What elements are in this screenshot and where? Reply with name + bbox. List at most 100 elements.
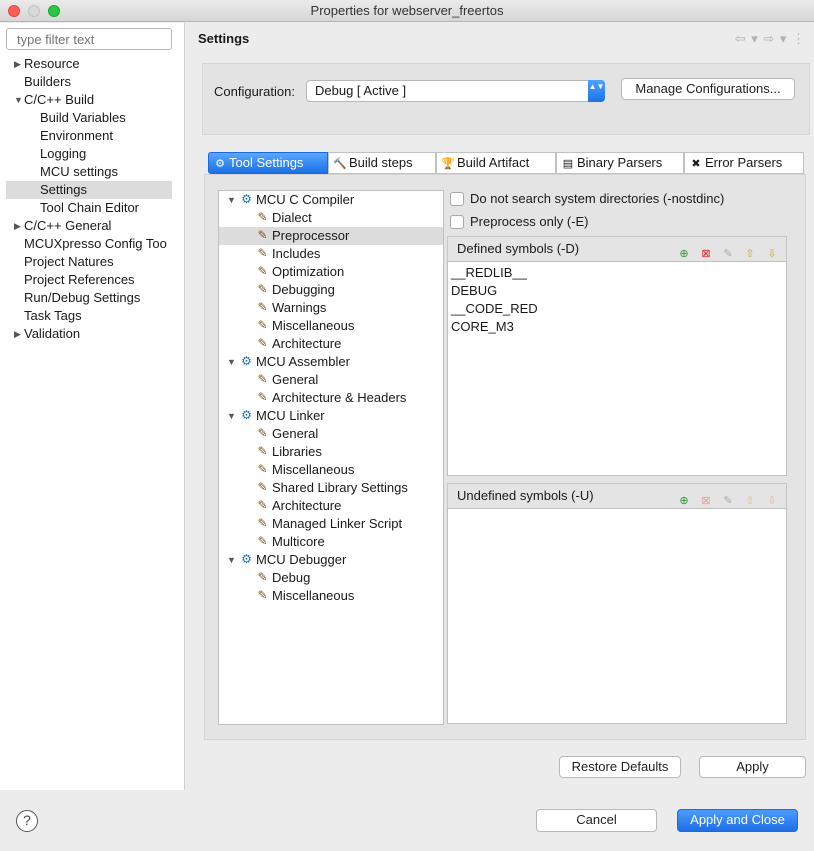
tool-gear-icon: ⚙ — [241, 408, 252, 422]
defined-symbols-list[interactable]: __REDLIB__ DEBUG __CODE_RED CORE_M3 — [447, 261, 787, 476]
sidebar-item[interactable]: MCU settings — [0, 163, 185, 181]
tool-tree-label: Debugging — [272, 282, 335, 297]
tool-tree-item[interactable]: ✎ Libraries — [219, 443, 443, 461]
sidebar-item-label: Environment — [40, 128, 113, 143]
tab-build-artifact[interactable]: 🏆 Build Artifact — [436, 152, 556, 174]
defined-symbol-row[interactable]: CORE_M3 — [448, 318, 786, 336]
sidebar-item[interactable]: ▶ Resource — [0, 55, 185, 73]
sidebar-item[interactable]: ▶ C/C++ General — [0, 217, 185, 235]
tool-tree-item[interactable]: ✎ Shared Library Settings — [219, 479, 443, 497]
tab-error-parsers[interactable]: ✖ Error Parsers — [684, 152, 804, 174]
tool-tree-item[interactable]: ✎ Architecture — [219, 497, 443, 515]
undefined-symbols-list[interactable] — [447, 508, 787, 724]
sidebar-item[interactable]: Builders — [0, 73, 185, 91]
tool-tree-label: Managed Linker Script — [272, 516, 403, 531]
tab-tool-settings[interactable]: ⚙ Tool Settings — [208, 152, 328, 174]
restore-defaults-button[interactable]: Restore Defaults — [559, 756, 681, 778]
sidebar-item[interactable]: Project References — [0, 271, 185, 289]
tab-build-steps[interactable]: 🔨 Build steps — [328, 152, 436, 174]
tool-tree-item[interactable]: ✎ Includes — [219, 245, 443, 263]
tool-tree-item[interactable]: ✎ Architecture — [219, 335, 443, 353]
apply-button[interactable]: Apply — [699, 756, 806, 778]
tab-binary-parsers[interactable]: ▤ Binary Parsers — [556, 152, 684, 174]
expanded-arrow-icon[interactable]: ▼ — [227, 353, 236, 371]
delete-icon[interactable]: ⊠ — [698, 246, 714, 262]
tool-tree-item[interactable]: ✎ Optimization — [219, 263, 443, 281]
delete-icon[interactable]: ⊠ — [698, 493, 714, 509]
add-icon[interactable]: ⊕ — [676, 493, 692, 509]
sidebar-item[interactable]: ▼ C/C++ Build — [0, 91, 185, 109]
tool-tree-item[interactable]: ✎ Preprocessor — [219, 227, 443, 245]
edit-icon[interactable]: ✎ — [720, 246, 736, 262]
undefined-symbols-title: Undefined symbols (-U) — [457, 488, 594, 503]
tool-tree-item[interactable]: ✎ Debugging — [219, 281, 443, 299]
defined-symbol-row[interactable]: __CODE_RED — [448, 300, 786, 318]
maximize-window-button[interactable] — [48, 5, 60, 17]
collapsed-arrow-icon[interactable]: ▶ — [14, 217, 21, 235]
move-up-icon[interactable]: ⇧ — [742, 493, 758, 509]
defined-symbol-row[interactable]: DEBUG — [448, 282, 786, 300]
sidebar-item[interactable]: Settings — [6, 181, 172, 199]
tool-tree-item[interactable]: ✎ General — [219, 371, 443, 389]
tab-label: Error Parsers — [705, 155, 783, 170]
tool-tree-item[interactable]: ✎ Managed Linker Script — [219, 515, 443, 533]
sidebar-item-label: Run/Debug Settings — [24, 290, 141, 305]
apply-and-close-button[interactable]: Apply and Close — [677, 809, 798, 832]
nostdinc-checkbox[interactable] — [450, 192, 464, 206]
configuration-select[interactable]: Debug [ Active ] ▲▼ — [306, 80, 605, 102]
sidebar-item[interactable]: Project Natures — [0, 253, 185, 271]
sidebar-item-label: Builders — [24, 74, 71, 89]
sidebar-item[interactable]: Build Variables — [0, 109, 185, 127]
tool-tree-group[interactable]: ▼ ⚙ MCU Assembler — [219, 353, 443, 371]
sidebar-item[interactable]: Environment — [0, 127, 185, 145]
filter-input[interactable] — [6, 28, 172, 50]
move-down-icon[interactable]: ⇩ — [764, 246, 780, 262]
tool-tree-group[interactable]: ▼ ⚙ MCU Linker — [219, 407, 443, 425]
move-up-icon[interactable]: ⇧ — [742, 246, 758, 262]
sidebar-item-label: C/C++ General — [24, 218, 112, 233]
preprocess-only-checkbox[interactable] — [450, 215, 464, 229]
add-icon[interactable]: ⊕ — [676, 246, 692, 262]
tool-tree-item[interactable]: ✎ Miscellaneous — [219, 317, 443, 335]
tool-tree-item[interactable]: ✎ General — [219, 425, 443, 443]
tool-tree-item[interactable]: ✎ Miscellaneous — [219, 587, 443, 605]
history-nav-icons[interactable]: ⇦ ▾ ⇨ ▾ ⋮ — [735, 31, 806, 47]
sidebar-item[interactable]: Tool Chain Editor — [0, 199, 185, 217]
tool-tree-item[interactable]: ✎ Miscellaneous — [219, 461, 443, 479]
title-bar: Properties for webserver_freertos — [0, 0, 814, 22]
sidebar-item-label: C/C++ Build — [24, 92, 95, 107]
tool-tree-group[interactable]: ▼ ⚙ MCU Debugger — [219, 551, 443, 569]
sidebar-item[interactable]: Logging — [0, 145, 185, 163]
cancel-button[interactable]: Cancel — [536, 809, 657, 832]
manage-configurations-button[interactable]: Manage Configurations... — [621, 78, 795, 100]
collapsed-arrow-icon[interactable]: ▶ — [14, 325, 21, 343]
sidebar-item-label: MCU settings — [40, 164, 119, 179]
tool-tree-label: General — [272, 426, 319, 441]
tool-tree-item[interactable]: ✎ Architecture & Headers — [219, 389, 443, 407]
minimize-window-button[interactable] — [28, 5, 40, 17]
tool-tree-label: Optimization — [272, 264, 345, 279]
tool-tree-item[interactable]: ✎ Warnings — [219, 299, 443, 317]
tool-tree-label: Libraries — [272, 444, 322, 459]
close-window-button[interactable] — [8, 5, 20, 17]
tool-tree-item[interactable]: ✎ Debug — [219, 569, 443, 587]
option-pencil-icon: ✎ — [257, 300, 268, 314]
collapsed-arrow-icon[interactable]: ▶ — [14, 55, 21, 73]
sidebar-item-label: Tool Chain Editor — [40, 200, 139, 215]
expanded-arrow-icon[interactable]: ▼ — [227, 551, 236, 569]
sidebar-item[interactable]: ▶ Validation — [0, 325, 185, 343]
defined-symbol-row[interactable]: __REDLIB__ — [448, 264, 786, 282]
tool-tree-item[interactable]: ✎ Multicore — [219, 533, 443, 551]
sidebar-item[interactable]: MCUXpresso Config Too — [0, 235, 185, 253]
sidebar-item-label: Project Natures — [24, 254, 114, 269]
tool-tree-group[interactable]: ▼ ⚙ MCU C Compiler — [219, 191, 443, 209]
help-icon[interactable]: ? — [16, 810, 38, 832]
expanded-arrow-icon[interactable]: ▼ — [14, 91, 23, 109]
sidebar-item[interactable]: Run/Debug Settings — [0, 289, 185, 307]
edit-icon[interactable]: ✎ — [720, 493, 736, 509]
tool-tree-item[interactable]: ✎ Dialect — [219, 209, 443, 227]
expanded-arrow-icon[interactable]: ▼ — [227, 191, 236, 209]
move-down-icon[interactable]: ⇩ — [764, 493, 780, 509]
expanded-arrow-icon[interactable]: ▼ — [227, 407, 236, 425]
sidebar-item[interactable]: Task Tags — [0, 307, 185, 325]
